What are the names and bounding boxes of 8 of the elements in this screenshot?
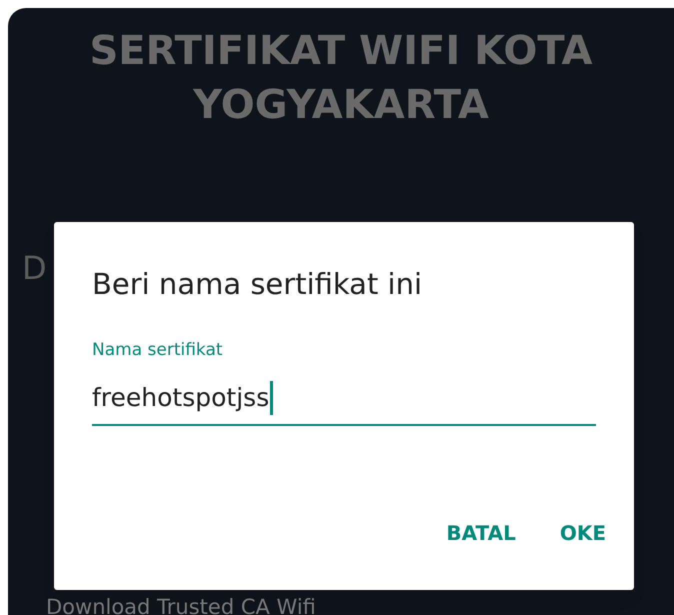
partial-text: D	[22, 252, 47, 284]
download-heading: Download Trusted CA Wifi	[46, 597, 316, 615]
field-label: Nama sertifikat	[92, 339, 223, 362]
page-title: SERTIFIKAT WIFI KOTA YOGYAKARTA	[88, 27, 594, 130]
name-field[interactable]: freehotspotjss	[92, 376, 596, 426]
dialog-title: Beri nama sertifikat ini	[92, 266, 422, 302]
cancel-button[interactable]: BATAL	[434, 512, 528, 554]
ok-button[interactable]: OKE	[548, 512, 618, 554]
